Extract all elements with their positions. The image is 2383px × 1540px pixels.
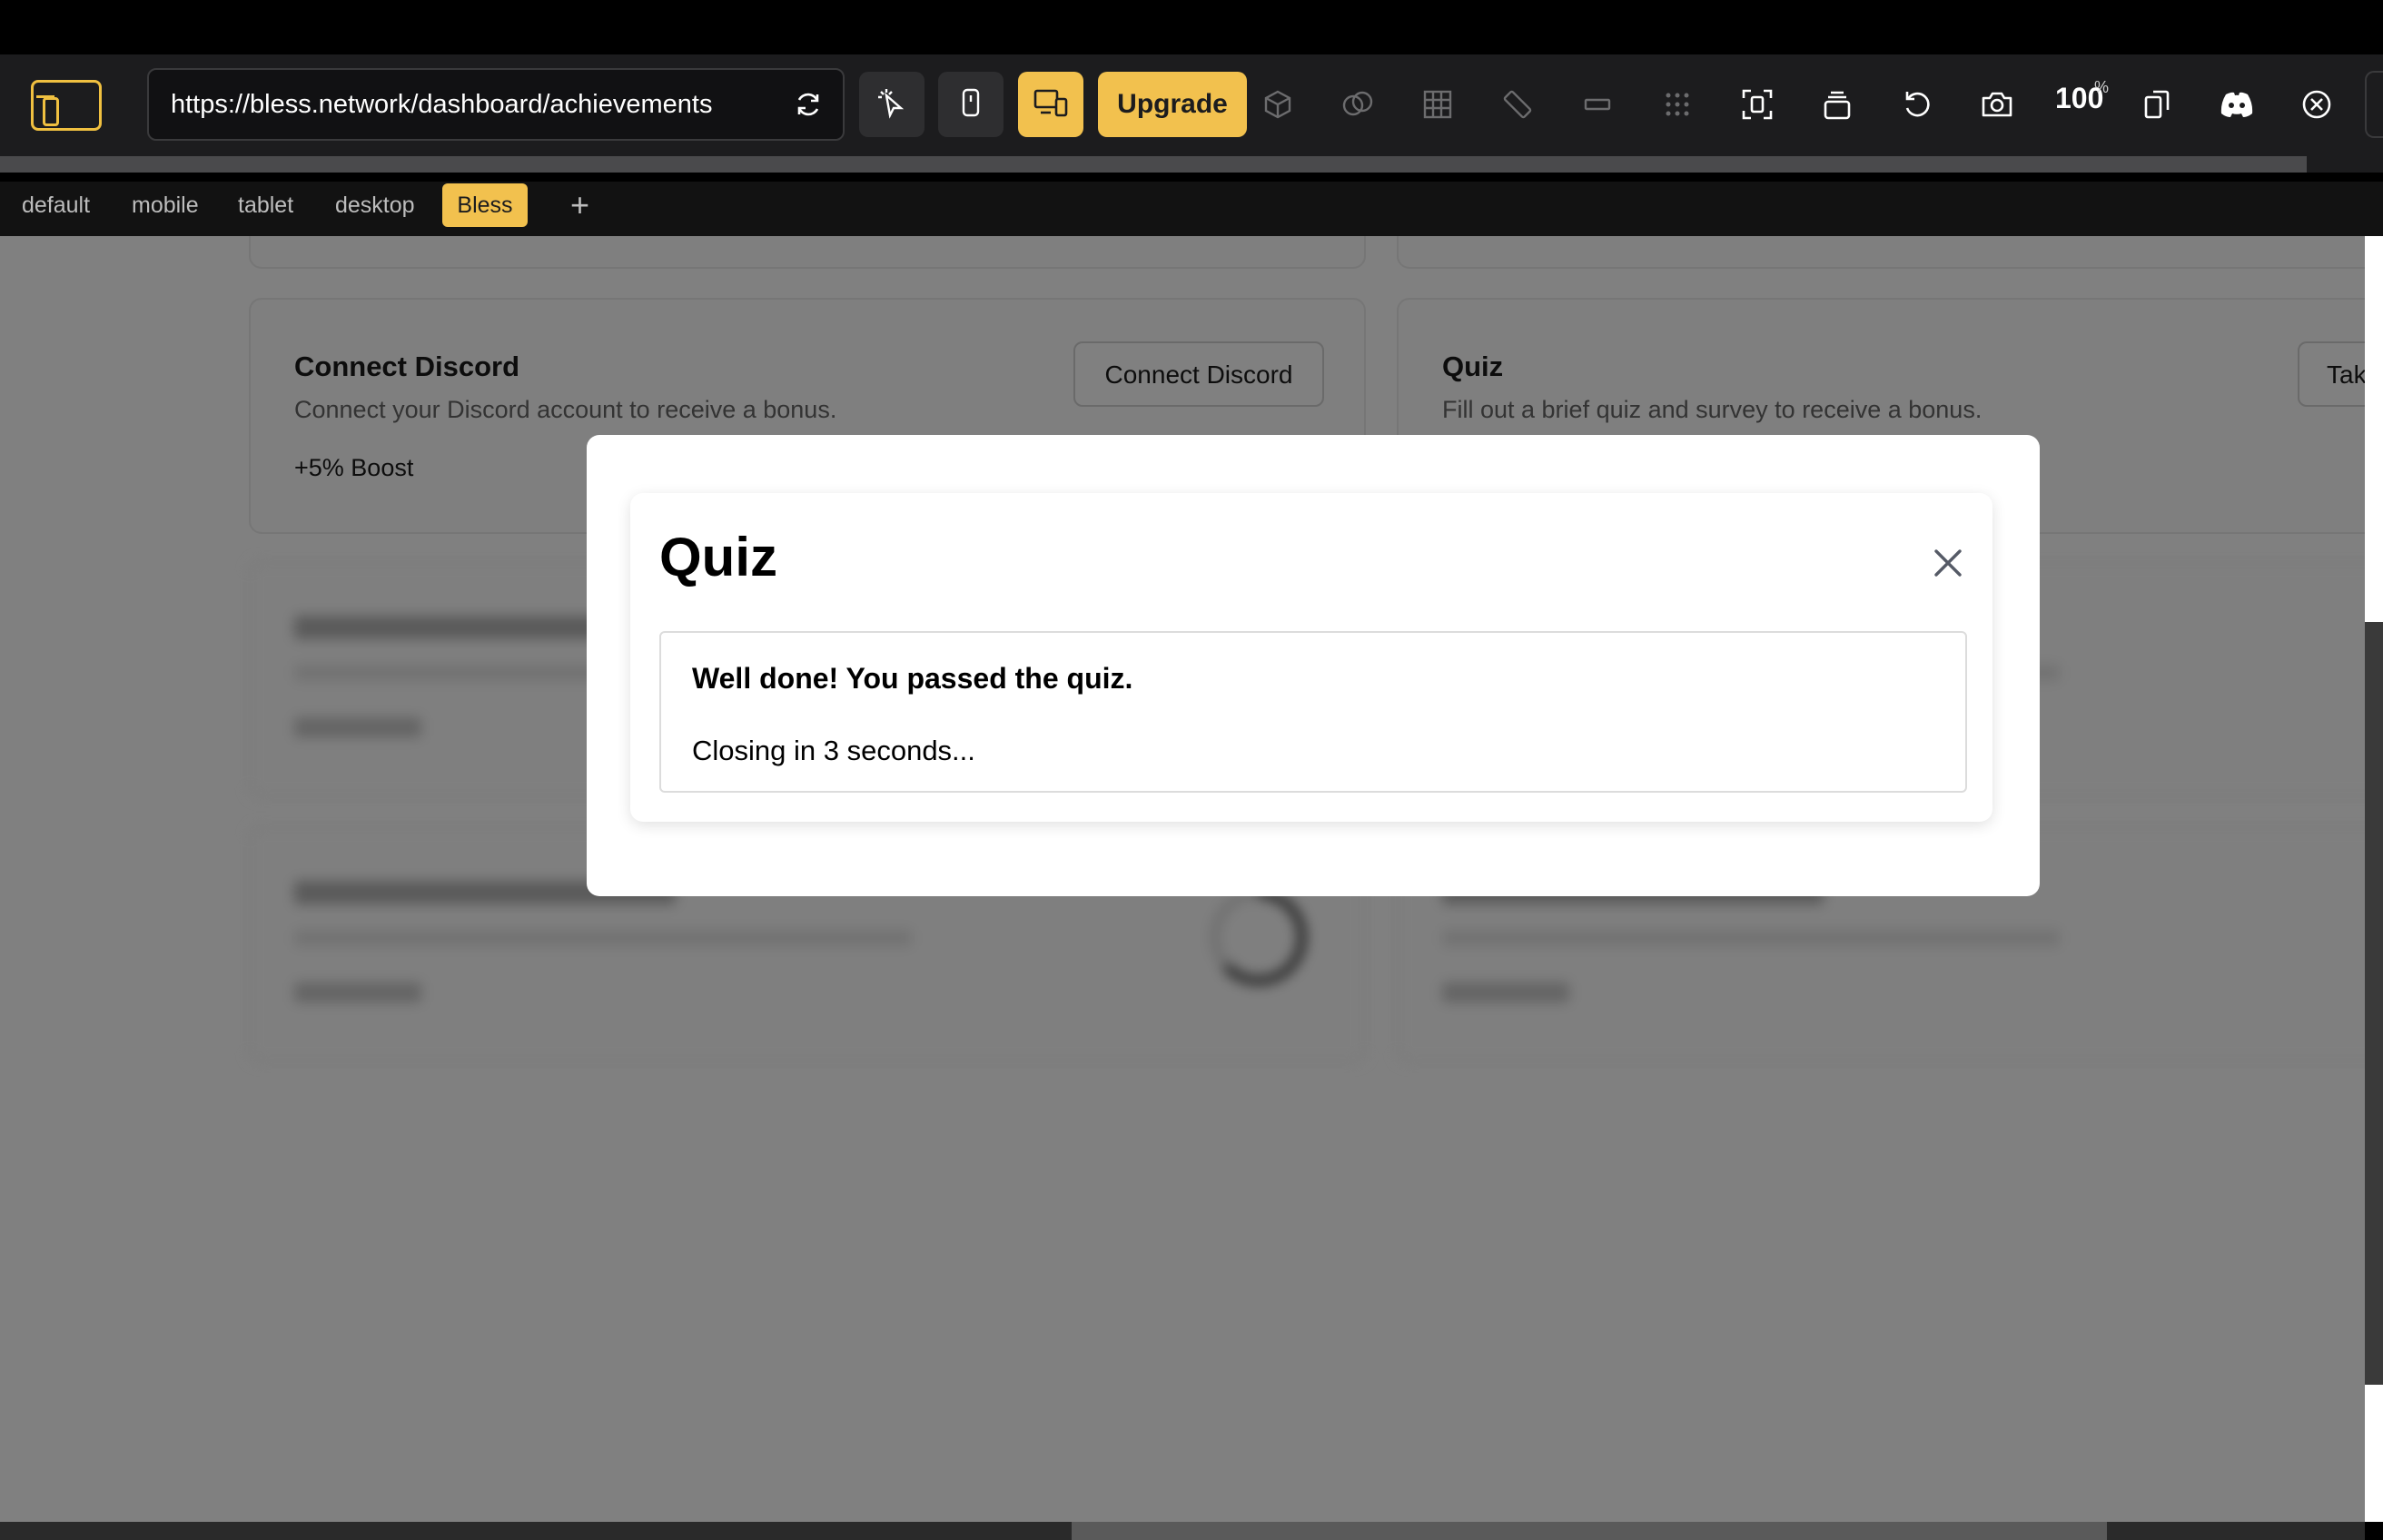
close-icon[interactable] (1927, 542, 1969, 584)
locked-card-description (1442, 930, 2060, 946)
url-bar[interactable]: https://bless.network/dashboard/achievem… (147, 68, 845, 141)
tab-desktop[interactable]: desktop (335, 182, 415, 236)
rotate-icon[interactable] (1896, 84, 1938, 125)
card-top-right (1397, 236, 2365, 269)
toolbar-overflow-edge (2365, 71, 2383, 138)
ruler-icon[interactable] (1497, 84, 1538, 125)
quiz-modal: Quiz Well done! You passed the quiz. Clo… (587, 435, 2040, 896)
window-top-strip (0, 0, 2383, 54)
quiz-card-description: Fill out a brief quiz and survey to rece… (1442, 396, 1983, 423)
discord-card-boost: +5% Boost (294, 454, 414, 481)
take-quiz-button[interactable]: Tak (2298, 341, 2365, 407)
rectangle-icon[interactable] (1577, 84, 1618, 125)
zoom-unit: % (2094, 78, 2110, 96)
cursor-click-icon (875, 86, 908, 123)
quiz-result-title: Well done! You passed the quiz. (692, 662, 1133, 695)
grid-table-icon[interactable] (1417, 84, 1458, 125)
close-circle-icon[interactable] (2296, 84, 2338, 125)
discord-card-title: Connect Discord (294, 350, 520, 382)
add-tab-button[interactable]: + (570, 185, 589, 225)
device-tabs-bar: default mobile tablet desktop (0, 182, 2383, 236)
quiz-closing-countdown: Closing in 3 seconds... (692, 735, 975, 766)
dots-grid-icon[interactable] (1656, 84, 1698, 125)
locked-card-boost (294, 717, 421, 737)
tab-mobile[interactable]: mobile (132, 182, 199, 236)
horizontal-scrollbar-thumb[interactable] (1072, 1522, 2107, 1540)
tab-tablet[interactable]: tablet (238, 182, 293, 236)
scroll-sync-button[interactable] (938, 72, 1004, 137)
screenshot-frame-icon[interactable] (1736, 84, 1778, 125)
device-rotate-icon[interactable] (2136, 84, 2178, 125)
overlap-circles-icon[interactable] (1337, 84, 1379, 125)
connect-discord-button[interactable]: Connect Discord (1073, 341, 1324, 407)
toolbar-scrollbar[interactable] (0, 156, 2307, 173)
locked-card-description (294, 930, 912, 946)
modal-title: Quiz (659, 527, 777, 587)
logo-device (43, 97, 59, 126)
vertical-scrollbar-thumb[interactable] (2365, 622, 2383, 1385)
layers-icon[interactable] (1816, 84, 1858, 125)
upgrade-button[interactable]: Upgrade (1098, 72, 1247, 137)
devices-button[interactable] (1018, 72, 1083, 137)
url-text[interactable]: https://bless.network/dashboard/achievem… (171, 70, 712, 139)
tab-bless[interactable]: Bless (442, 183, 528, 227)
locked-card-boost (1442, 982, 1569, 1002)
tab-default[interactable]: default (22, 182, 90, 236)
responsive-viewer-logo-icon[interactable] (31, 80, 102, 131)
cube-icon[interactable] (1257, 84, 1299, 125)
discord-icon[interactable] (2216, 84, 2258, 125)
discord-card-description: Connect your Discord account to receive … (294, 396, 837, 423)
card-top-left (249, 236, 1366, 269)
progress-ring-icon (1211, 889, 1307, 985)
inspect-cursor-button[interactable] (859, 72, 925, 137)
locked-card-boost (294, 982, 421, 1002)
locked-card-title (294, 616, 621, 639)
mouse-icon (954, 86, 987, 123)
devices-icon (1033, 86, 1069, 123)
camera-icon[interactable] (1976, 84, 2018, 125)
quiz-result-box: Well done! You passed the quiz. Closing … (659, 631, 1967, 793)
reload-icon[interactable] (794, 90, 823, 119)
quiz-card-title: Quiz (1442, 350, 1504, 382)
